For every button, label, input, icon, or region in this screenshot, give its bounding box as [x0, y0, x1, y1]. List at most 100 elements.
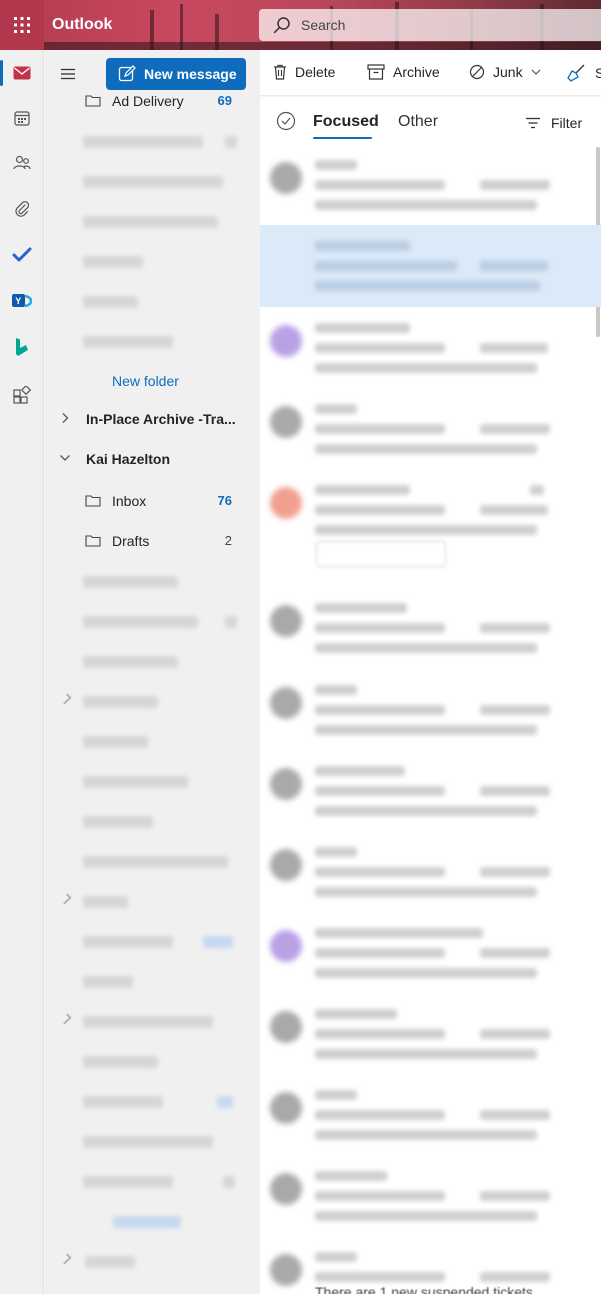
archive-group-label: In-Place Archive -Tra...	[86, 411, 236, 427]
blurred-folder[interactable]	[83, 616, 198, 628]
blurred-folder[interactable]	[83, 736, 148, 748]
filter-button[interactable]: Filter	[525, 115, 582, 131]
avatar	[270, 1173, 302, 1205]
message-item[interactable]	[260, 587, 601, 669]
inbox-tabs: Focused Other Filter	[260, 97, 601, 145]
draft-count: 2	[224, 533, 232, 548]
blurred-time	[480, 343, 548, 353]
search-icon	[273, 17, 290, 34]
archive-button[interactable]: Archive	[367, 64, 440, 80]
blurred-folder[interactable]	[85, 1256, 135, 1268]
message-item[interactable]	[260, 831, 601, 913]
folder-group-account[interactable]: Kai Hazelton	[45, 440, 260, 476]
blurred-preview	[315, 1211, 537, 1221]
rail-files-button[interactable]	[0, 191, 44, 227]
new-folder-link[interactable]: New folder	[45, 362, 260, 398]
rail-people-button[interactable]	[0, 145, 44, 181]
blurred-folder[interactable]	[83, 136, 203, 148]
folder-group-archive[interactable]: In-Place Archive -Tra...	[45, 400, 260, 436]
blurred-folder[interactable]	[83, 976, 133, 988]
blurred-folder[interactable]	[83, 1056, 158, 1068]
message-item[interactable]	[260, 144, 601, 226]
blurred-subject	[315, 261, 457, 271]
apps-icon	[13, 386, 31, 404]
message-item[interactable]	[260, 469, 601, 585]
blurred-folder[interactable]	[83, 176, 223, 188]
rail-calendar-button[interactable]	[0, 100, 44, 136]
avatar	[270, 687, 302, 719]
delete-button[interactable]: Delete	[273, 64, 335, 80]
message-item[interactable]	[260, 669, 601, 751]
blurred-folder[interactable]	[83, 696, 158, 708]
rail-more-apps-button[interactable]	[0, 377, 44, 413]
blurred-folder[interactable]	[83, 936, 173, 948]
chevron-down-icon[interactable]	[59, 454, 71, 462]
active-tab-indicator	[313, 137, 372, 139]
blurred-subject	[315, 1272, 445, 1282]
message-item[interactable]	[260, 912, 601, 994]
blurred-folder[interactable]	[83, 1176, 173, 1188]
blurred-new-folder-link[interactable]	[113, 1216, 181, 1228]
blurred-folder[interactable]	[83, 1096, 163, 1108]
message-item[interactable]	[260, 307, 601, 389]
search-box[interactable]: Search	[259, 9, 601, 41]
blurred-preview	[315, 643, 537, 653]
blurred-count	[223, 1176, 235, 1188]
blurred-preview	[315, 525, 537, 535]
unread-count: 76	[217, 493, 232, 508]
chevron-right-icon[interactable]	[61, 412, 69, 424]
blurred-folder[interactable]	[83, 216, 218, 228]
tab-other[interactable]: Other	[398, 113, 438, 131]
tab-focused[interactable]: Focused	[313, 113, 379, 131]
blurred-flag	[530, 485, 544, 495]
blurred-subject	[315, 948, 445, 958]
blurred-chevron[interactable]	[60, 893, 72, 905]
junk-button[interactable]: Junk	[469, 64, 541, 80]
message-item[interactable]: There are 1 new suspended tickets...	[260, 1236, 601, 1294]
rail-yammer-button[interactable]: Y	[0, 283, 44, 319]
blurred-folder[interactable]	[83, 336, 173, 348]
rail-mail-button[interactable]	[0, 55, 44, 91]
message-item[interactable]	[260, 1155, 601, 1237]
block-icon	[469, 64, 485, 80]
blurred-chevron[interactable]	[60, 1253, 72, 1265]
select-all-icon[interactable]	[276, 111, 296, 131]
blurred-folder[interactable]	[83, 1136, 213, 1148]
message-item[interactable]	[260, 1074, 601, 1156]
blurred-time	[480, 1272, 550, 1282]
rail-todo-button[interactable]	[0, 237, 44, 273]
folder-inbox[interactable]: Inbox 76	[45, 482, 260, 518]
blurred-folder[interactable]	[83, 1016, 213, 1028]
message-item[interactable]	[260, 388, 601, 470]
blurred-preview	[315, 887, 537, 897]
blurred-folder[interactable]	[83, 776, 188, 788]
chevron-down-icon[interactable]	[531, 69, 541, 75]
search-input[interactable]: Search	[301, 17, 345, 33]
blurred-attachment-chip[interactable]	[316, 541, 446, 567]
sweep-button[interactable]: S	[567, 64, 601, 82]
folder-drafts[interactable]: Drafts 2	[45, 522, 260, 558]
app-launcher-button[interactable]	[0, 0, 44, 50]
blurred-folder[interactable]	[83, 296, 138, 308]
app-header: Outlook Search	[0, 0, 601, 50]
app-brand[interactable]: Outlook	[52, 16, 112, 34]
blurred-subject	[315, 867, 445, 877]
blurred-folder[interactable]	[83, 656, 178, 668]
message-item-selected[interactable]	[260, 225, 601, 307]
blurred-folder[interactable]	[83, 896, 128, 908]
folder-icon	[85, 495, 101, 507]
blurred-chevron[interactable]	[60, 1013, 72, 1025]
blurred-chevron[interactable]	[60, 693, 72, 705]
bookings-icon	[16, 338, 28, 356]
message-item[interactable]	[260, 750, 601, 832]
new-message-button[interactable]: New message	[106, 58, 246, 90]
blurred-folder[interactable]	[83, 816, 153, 828]
blurred-subject	[315, 1029, 445, 1039]
rail-bookings-button[interactable]	[0, 329, 44, 365]
blurred-folder[interactable]	[83, 856, 228, 868]
hamburger-icon[interactable]	[60, 68, 76, 80]
avatar	[270, 406, 302, 438]
blurred-folder[interactable]	[83, 576, 178, 588]
message-item[interactable]	[260, 993, 601, 1075]
blurred-folder[interactable]	[83, 256, 143, 268]
